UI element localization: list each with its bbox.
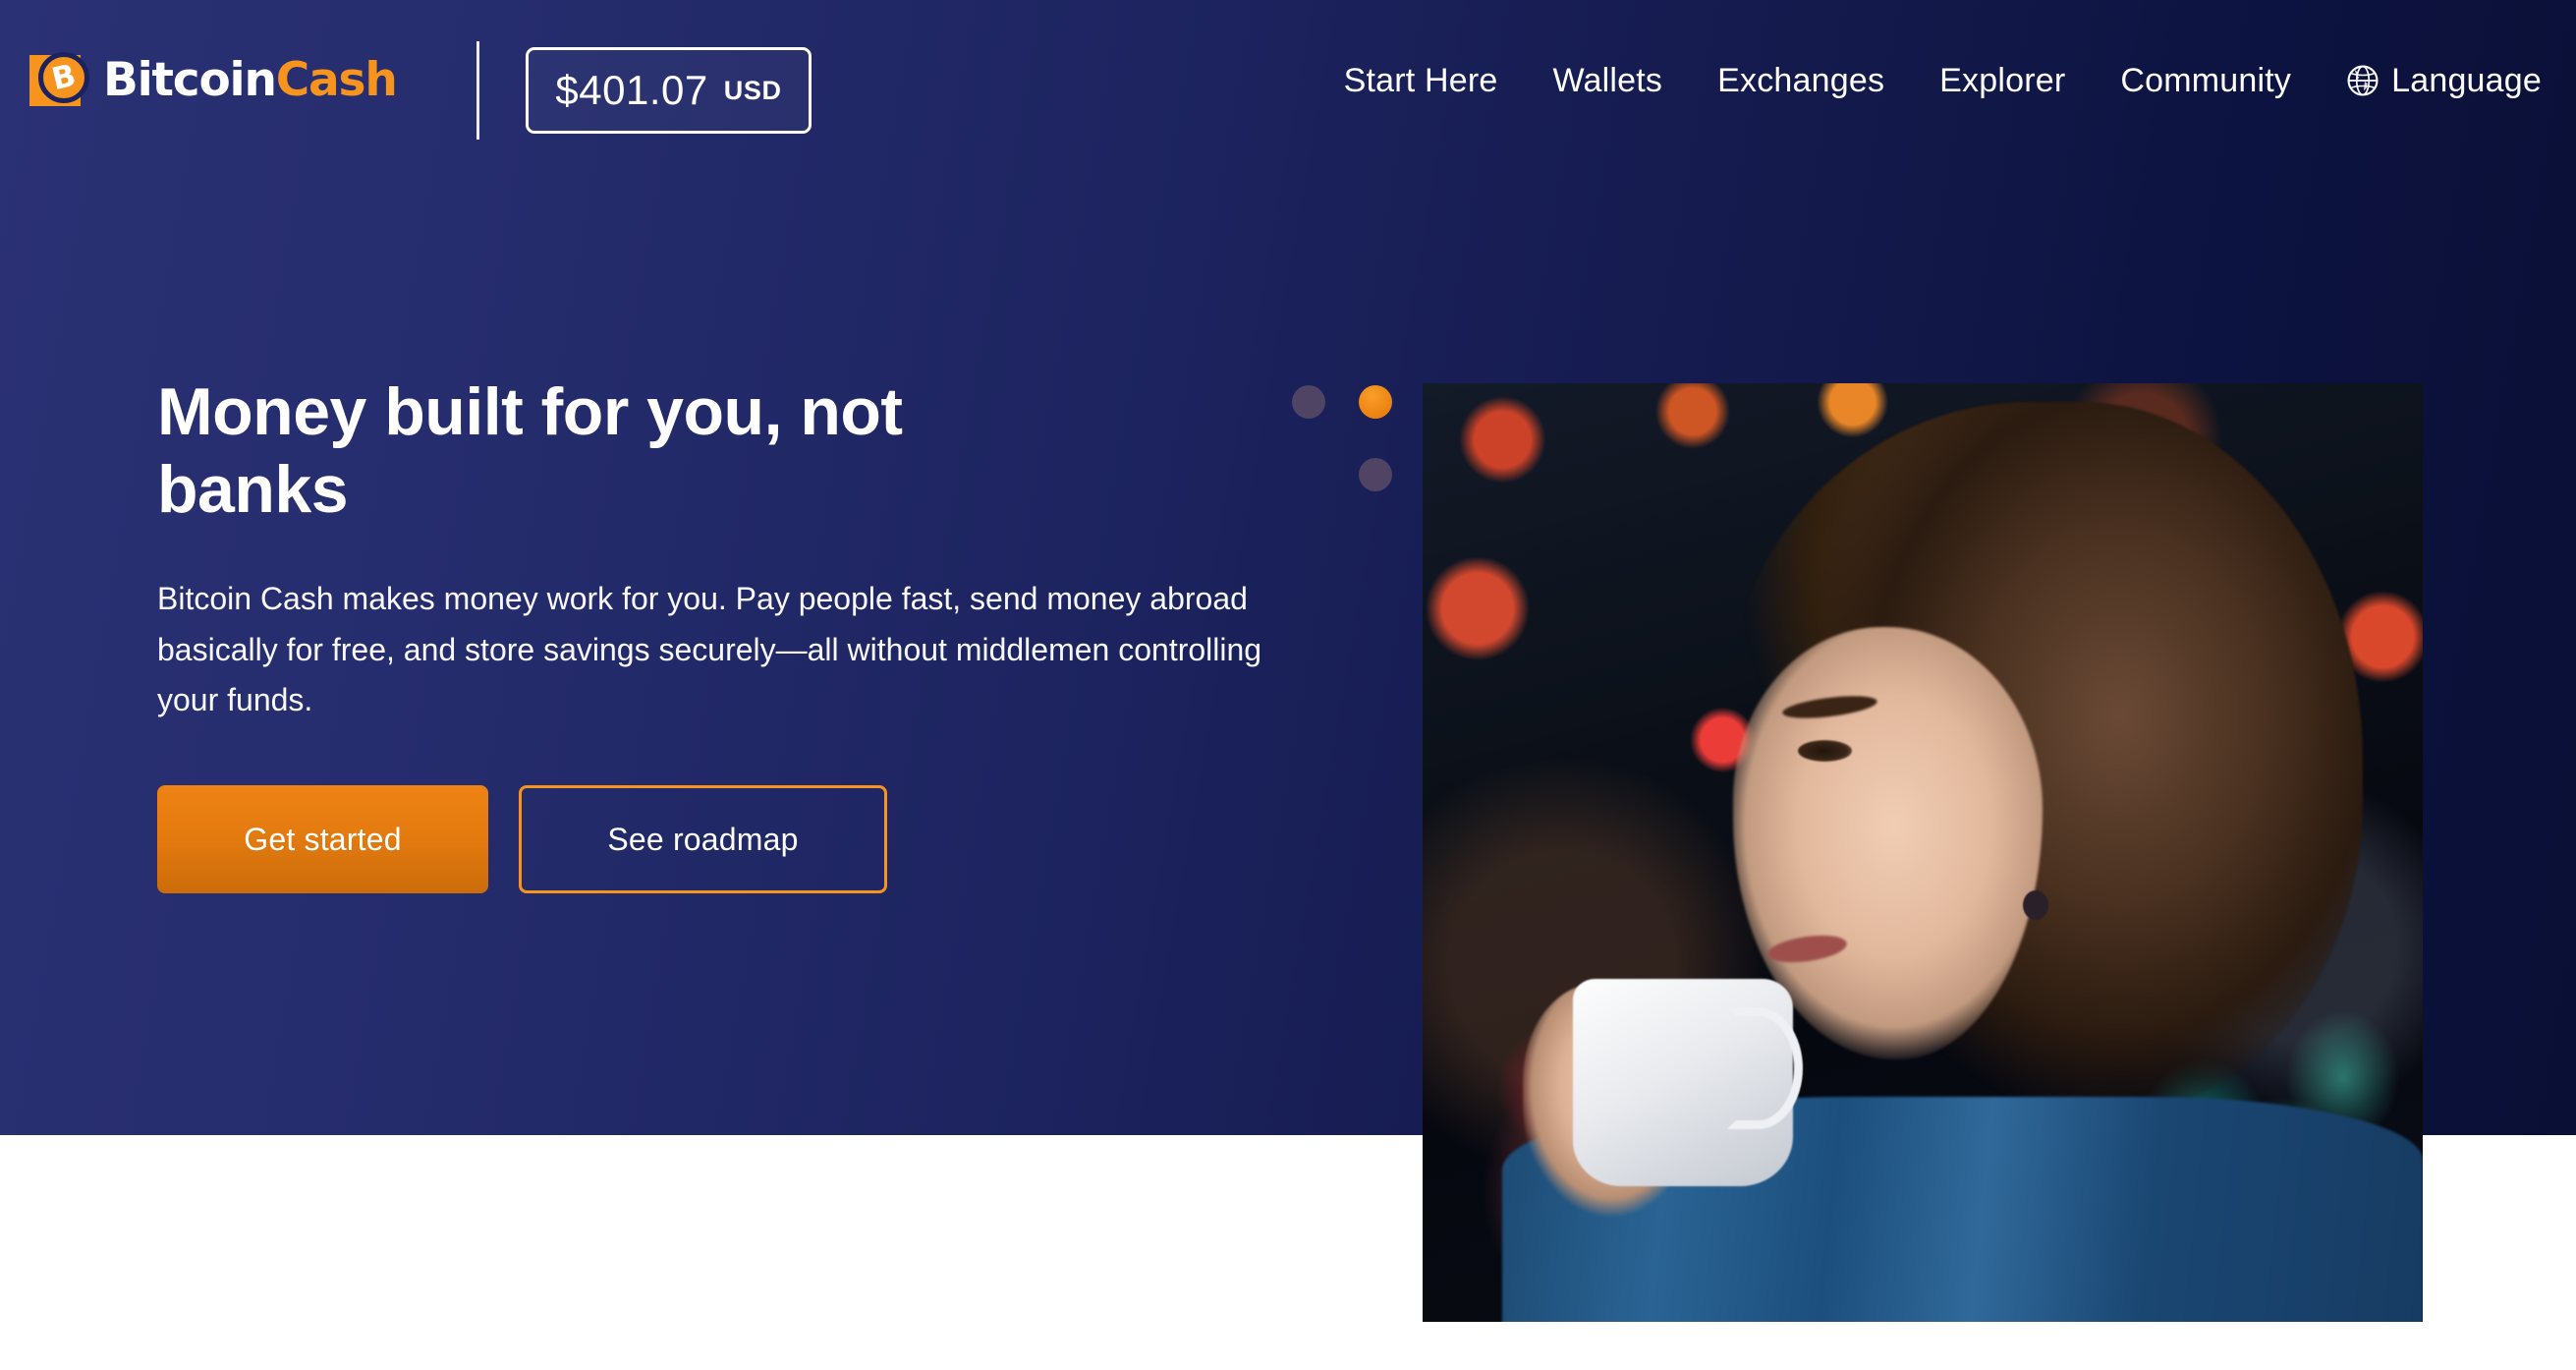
brand-name-bitcoin: Bitcoin [103, 52, 277, 107]
decor-dot-1 [1292, 385, 1325, 419]
hero-content: Money built for you, not banks Bitcoin C… [157, 373, 1316, 894]
hero-actions: Get started See roadmap [157, 785, 1316, 894]
get-started-button[interactable]: Get started [157, 785, 488, 894]
brand-name-cash: Cash [275, 52, 398, 107]
header-divider [476, 41, 479, 140]
nav-item-language[interactable]: Language [2319, 61, 2542, 101]
price-value: $401.07 [555, 67, 708, 113]
nav-item-wallets[interactable]: Wallets [1526, 61, 1691, 101]
brand-logo-link[interactable]: B BitcoinCash [25, 47, 398, 112]
nav-language-label: Language [2391, 62, 2542, 99]
bitcoin-cash-logo-icon: B [25, 47, 89, 112]
nav-item-community[interactable]: Community [2093, 61, 2319, 101]
nav-item-exchanges[interactable]: Exchanges [1690, 61, 1912, 101]
page-root: B BitcoinCash $401.07 USD Start Here Wal… [0, 0, 2576, 1370]
hero-image-overflow [1423, 1135, 2423, 1322]
globe-icon [2347, 65, 2379, 96]
see-roadmap-button[interactable]: See roadmap [519, 785, 887, 894]
hero-title: Money built for you, not banks [157, 374, 903, 527]
decor-dot-2 [1359, 385, 1392, 419]
nav-item-start-here[interactable]: Start Here [1316, 61, 1526, 101]
site-header: B BitcoinCash $401.07 USD Start Here Wal… [0, 0, 2576, 182]
main-navigation: Start Here Wallets Exchanges Explorer Co… [1316, 61, 2542, 101]
nav-item-explorer[interactable]: Explorer [1912, 61, 2093, 101]
brand-wordmark: BitcoinCash [103, 57, 398, 103]
price-currency: USD [723, 75, 782, 105]
hero-subtitle: Bitcoin Cash makes money work for you. P… [157, 580, 1262, 718]
decor-dot-3 [1359, 458, 1392, 491]
price-ticker[interactable]: $401.07 USD [526, 47, 812, 134]
